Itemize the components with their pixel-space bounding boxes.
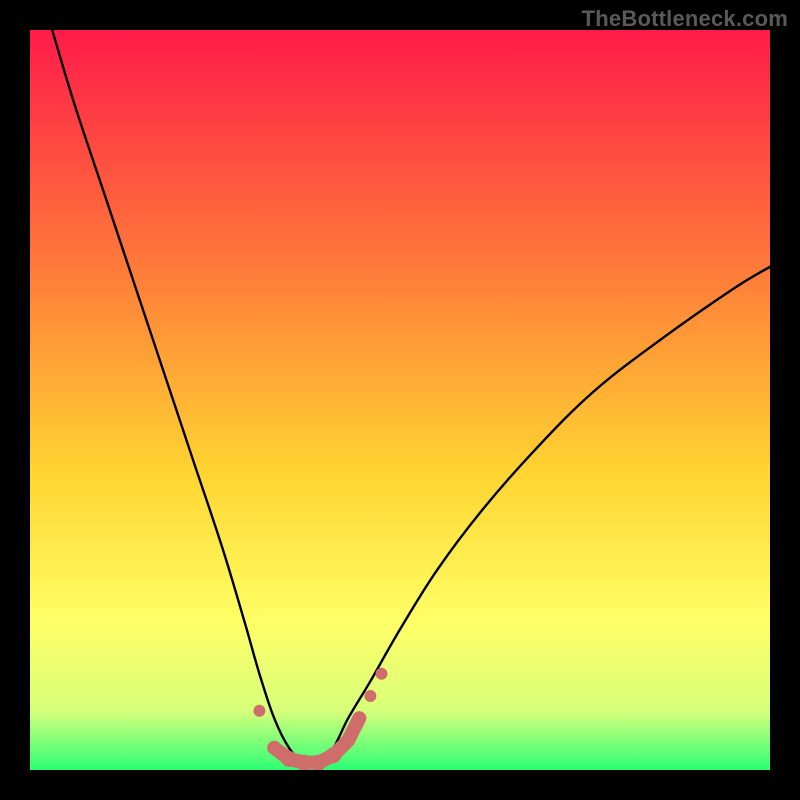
curve-marker <box>311 755 327 770</box>
curve-marker <box>341 733 355 747</box>
curve-marker <box>281 751 297 767</box>
curve-marker <box>267 741 281 755</box>
curve-marker <box>325 747 341 763</box>
chart-svg <box>30 30 770 770</box>
curve-marker <box>253 705 265 717</box>
gradient-background <box>30 30 770 770</box>
curve-marker <box>376 668 388 680</box>
curve-marker <box>296 755 312 770</box>
curve-marker <box>353 712 365 724</box>
plot-area <box>30 30 770 770</box>
chart-frame: TheBottleneck.com <box>0 0 800 800</box>
curve-marker <box>364 690 376 702</box>
watermark-text: TheBottleneck.com <box>582 6 788 32</box>
